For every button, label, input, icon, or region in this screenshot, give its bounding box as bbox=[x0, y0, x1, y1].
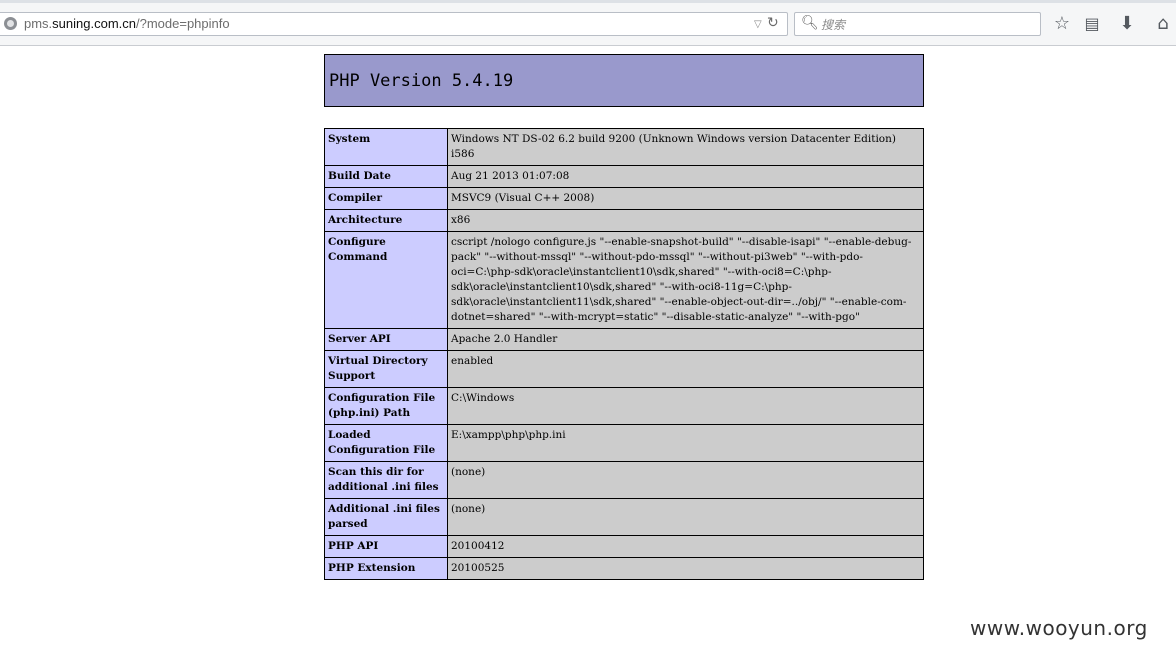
table-row: Build Date Aug 21 2013 01:07:08 bbox=[324, 165, 924, 188]
phpinfo-table: System Windows NT DS-02 6.2 build 9200 (U… bbox=[324, 128, 924, 580]
row-value: x86 bbox=[447, 209, 924, 232]
page-title: PHP Version 5.4.19 bbox=[329, 71, 514, 91]
table-row: Additional .ini files parsed (none) bbox=[324, 498, 924, 536]
phpinfo-table-body: System Windows NT DS-02 6.2 build 9200 (U… bbox=[324, 128, 924, 580]
row-value: enabled bbox=[447, 350, 924, 388]
url-text[interactable]: pms.suning.com.cn/?mode=phpinfo bbox=[24, 16, 230, 31]
table-row: Compiler MSVC9 (Visual C++ 2008) bbox=[324, 187, 924, 210]
row-label: Additional .ini files parsed bbox=[324, 498, 448, 536]
download-arrow-icon[interactable]: ⬇ bbox=[1115, 12, 1139, 36]
globe-icon[interactable] bbox=[4, 17, 17, 30]
row-value: 20100525 bbox=[447, 557, 924, 580]
star-icon[interactable]: ☆ bbox=[1050, 12, 1074, 36]
table-row: Configure Command cscript /nologo configu… bbox=[324, 231, 924, 329]
row-label: Virtual Directory Support bbox=[324, 350, 448, 388]
row-label: Server API bbox=[324, 328, 448, 351]
table-row: Loaded Configuration File E:\xampp\php\ph… bbox=[324, 424, 924, 462]
row-value: (none) bbox=[447, 498, 924, 536]
watermark-text: www.wooyun.org bbox=[970, 616, 1148, 640]
table-row: System Windows NT DS-02 6.2 build 9200 (U… bbox=[324, 128, 924, 166]
url-path: /?mode=phpinfo bbox=[136, 16, 230, 31]
table-row: Configuration File (php.ini) Path C:\Wind… bbox=[324, 387, 924, 425]
row-value: (none) bbox=[447, 461, 924, 499]
row-label: Configure Command bbox=[324, 231, 448, 329]
table-row: Virtual Directory Support enabled bbox=[324, 350, 924, 388]
table-row: PHP API 20100412 bbox=[324, 535, 924, 558]
row-label: Architecture bbox=[324, 209, 448, 232]
row-label: Scan this dir for additional .ini files bbox=[324, 461, 448, 499]
chevron-down-icon[interactable]: ▽ bbox=[754, 19, 762, 30]
table-row: Scan this dir for additional .ini files(… bbox=[324, 461, 924, 499]
table-row: Architecture x86 bbox=[324, 209, 924, 232]
search-placeholder: 搜索 bbox=[821, 18, 846, 32]
search-icon[interactable]: 🔍︎ bbox=[801, 15, 819, 31]
row-label: PHP Extension bbox=[324, 557, 448, 580]
browser-toolbar: pms.suning.com.cn/?mode=phpinfo ▽ ↻ 🔍︎ 搜… bbox=[0, 0, 1176, 46]
row-label: Loaded Configuration File bbox=[324, 424, 448, 462]
row-value: cscript /nologo configure.js "--enable-s… bbox=[447, 231, 924, 329]
row-label: System bbox=[324, 128, 448, 166]
row-label: Configuration File (php.ini) Path bbox=[324, 387, 448, 425]
row-label: PHP API bbox=[324, 535, 448, 558]
home-icon[interactable]: ⌂ bbox=[1151, 12, 1175, 36]
table-row: Server API Apache 2.0 Handler bbox=[324, 328, 924, 351]
row-value: Windows NT DS-02 6.2 build 9200 (Unknown… bbox=[447, 128, 924, 166]
clipboard-icon[interactable]: ▤ bbox=[1080, 12, 1104, 36]
url-prefix: pms. bbox=[24, 16, 53, 31]
row-value: C:\Windows bbox=[447, 387, 924, 425]
tab-strip-edge bbox=[0, 0, 1176, 3]
row-value: Aug 21 2013 01:07:08 bbox=[447, 165, 924, 188]
reload-icon[interactable]: ↻ bbox=[767, 15, 779, 31]
table-row: PHP Extension 20100525 bbox=[324, 557, 924, 580]
row-value: E:\xampp\php\php.ini bbox=[447, 424, 924, 462]
row-label: Build Date bbox=[324, 165, 448, 188]
row-value: 20100412 bbox=[447, 535, 924, 558]
search-bar[interactable]: 🔍︎ 搜索 bbox=[794, 12, 1041, 36]
url-host: suning.com.cn bbox=[52, 16, 136, 31]
php-version-header: PHP Version 5.4.19 bbox=[324, 54, 924, 107]
row-value: Apache 2.0 Handler bbox=[447, 328, 924, 351]
address-bar[interactable]: pms.suning.com.cn/?mode=phpinfo ▽ ↻ bbox=[0, 12, 788, 36]
row-label: Compiler bbox=[324, 187, 448, 210]
row-value: MSVC9 (Visual C++ 2008) bbox=[447, 187, 924, 210]
